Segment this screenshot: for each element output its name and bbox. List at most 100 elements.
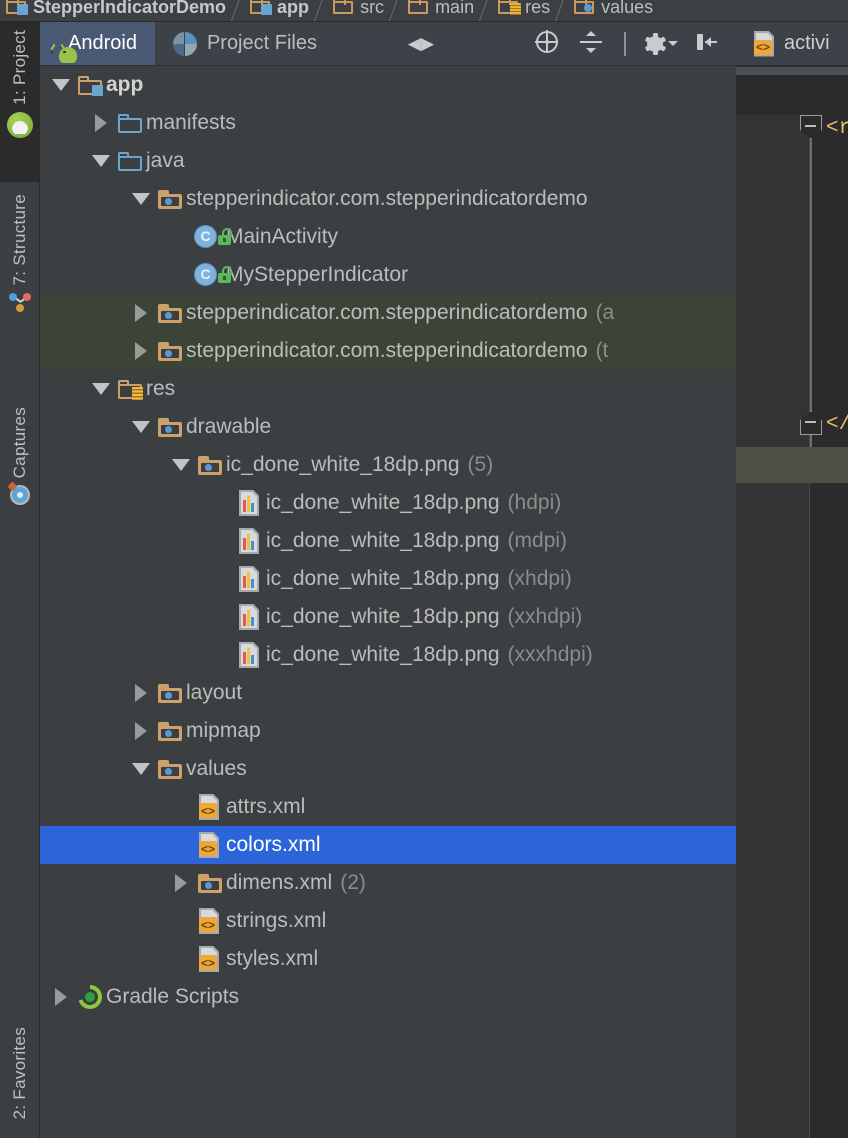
tree-row-colors-xml[interactable]: <>colors.xml — [40, 826, 736, 864]
package-folder-icon — [158, 418, 182, 437]
breadcrumb-item-label: StepperIndicatorDemo — [33, 0, 226, 18]
tree-twisty-expanded[interactable] — [168, 446, 194, 484]
tree-row-drawable[interactable]: drawable — [40, 408, 736, 446]
xml-file-icon: <> — [754, 31, 776, 57]
tree-row-icon — [194, 446, 226, 484]
tree-twisty-collapsed[interactable] — [128, 294, 154, 332]
tree-row-manifests[interactable]: manifests — [40, 104, 736, 142]
gear-icon[interactable] — [644, 31, 678, 57]
folder-icon — [118, 152, 142, 171]
tree-row-label: app — [106, 73, 143, 97]
project-panel-toolbar: ◀▶ — [408, 22, 736, 65]
values-folder-icon — [574, 0, 596, 15]
breadcrumb-item-label: src — [360, 0, 384, 18]
editor-tab-label[interactable]: activi — [784, 32, 830, 55]
tree-row-suffix: (xxhdpi) — [508, 605, 583, 629]
breadcrumb-item-res[interactable]: res — [492, 0, 554, 21]
editor-gutter[interactable] — [736, 75, 810, 1138]
tree-twisty-expanded[interactable] — [128, 180, 154, 218]
tree-row-values[interactable]: values — [40, 750, 736, 788]
tree-row-suffix: (hdpi) — [508, 491, 562, 515]
breadcrumb-separator — [478, 0, 492, 21]
pie-chart-icon — [173, 32, 197, 56]
tree-row-label: mipmap — [186, 719, 261, 743]
hide-panel-icon[interactable] — [696, 31, 722, 57]
sidebar-item-favorites[interactable]: 2: Favorites — [0, 1017, 40, 1138]
tree-row-attrs-xml[interactable]: <>attrs.xml — [40, 788, 736, 826]
tree-row-icon: C — [194, 218, 226, 256]
tree-row-stepperindicator-com-stepperindicatordemo[interactable]: stepperindicator.com.stepperindicatordem… — [40, 180, 736, 218]
tree-twisty-none — [208, 522, 234, 560]
breadcrumb: StepperIndicatorDemo app srcmain res values — [0, 0, 848, 22]
tree-row-res[interactable]: res — [40, 370, 736, 408]
left-right-arrows-icon[interactable]: ◀▶ — [408, 31, 434, 57]
tree-row-app[interactable]: app — [40, 66, 736, 104]
breadcrumb-item-values[interactable]: values — [568, 0, 657, 21]
gradle-icon — [78, 985, 102, 1009]
sidebar-item-project[interactable]: 1: Project — [0, 22, 40, 182]
tree-twisty-none — [168, 256, 194, 294]
tree-row-stepperindicator-com-stepperindicatordemo[interactable]: stepperindicator.com.stepperindicatordem… — [40, 332, 736, 370]
tree-row-icon — [74, 66, 106, 104]
breadcrumb-item-main[interactable]: main — [402, 0, 478, 21]
tree-row-ic-done-white-18dp-png[interactable]: ic_done_white_18dp.png(xxhdpi) — [40, 598, 736, 636]
tree-row-icon — [154, 408, 186, 446]
tree-row-label: drawable — [186, 415, 271, 439]
tree-row-icon — [234, 636, 266, 674]
captures-icon — [0, 478, 40, 512]
tree-row-ic-done-white-18dp-png[interactable]: ic_done_white_18dp.png(xxxhdpi) — [40, 636, 736, 674]
tree-twisty-expanded[interactable] — [128, 750, 154, 788]
tree-row-icon — [234, 484, 266, 522]
tree-row-label: strings.xml — [226, 909, 326, 933]
xml-file-icon: <> — [199, 946, 221, 972]
sidebar-item-captures[interactable]: Captures — [0, 397, 40, 567]
tree-row-strings-xml[interactable]: <>strings.xml — [40, 902, 736, 940]
tree-row-label: layout — [186, 681, 242, 705]
fold-marker-start[interactable] — [800, 115, 822, 139]
tree-twisty-expanded[interactable] — [88, 370, 114, 408]
tree-row-java[interactable]: java — [40, 142, 736, 180]
breadcrumb-item-src[interactable]: src — [327, 0, 388, 21]
tree-twisty-collapsed[interactable] — [88, 104, 114, 142]
tree-twisty-collapsed[interactable] — [128, 712, 154, 750]
project-tree[interactable]: appmanifestsjavastepperindicator.com.ste… — [40, 66, 736, 1138]
tab-project-files-label: Project Files — [207, 32, 317, 55]
tree-row-ic-done-white-18dp-png[interactable]: ic_done_white_18dp.png(mdpi) — [40, 522, 736, 560]
target-icon[interactable] — [536, 31, 562, 57]
fold-marker-end[interactable] — [800, 411, 822, 435]
tree-twisty-expanded[interactable] — [128, 408, 154, 446]
breadcrumb-item-stepperindicatordemo[interactable]: StepperIndicatorDemo — [0, 0, 230, 21]
editor-body[interactable]: <r </ — [736, 75, 848, 1138]
code-close-tag: </ — [826, 413, 848, 436]
tree-row-suffix: (2) — [340, 871, 366, 895]
tree-row-label: stepperindicator.com.stepperindicatordem… — [186, 339, 588, 363]
tree-twisty-collapsed[interactable] — [48, 978, 74, 1016]
tree-twisty-none — [208, 484, 234, 522]
tree-twisty-expanded[interactable] — [88, 142, 114, 180]
tab-project-files[interactable]: Project Files — [155, 22, 335, 65]
tree-row-ic-done-white-18dp-png[interactable]: ic_done_white_18dp.png(xhdpi) — [40, 560, 736, 598]
tree-twisty-collapsed[interactable] — [128, 332, 154, 370]
tree-twisty-none — [208, 598, 234, 636]
breadcrumb-item-app[interactable]: app — [244, 0, 313, 21]
breadcrumb-item-label: res — [525, 0, 550, 18]
tree-row-dimens-xml[interactable]: dimens.xml(2) — [40, 864, 736, 902]
tree-row-label: stepperindicator.com.stepperindicatordem… — [186, 301, 588, 325]
tree-row-mipmap[interactable]: mipmap — [40, 712, 736, 750]
tree-row-gradle-scripts[interactable]: Gradle Scripts — [40, 978, 736, 1016]
collapse-all-icon[interactable] — [580, 31, 606, 57]
sidebar-item-structure[interactable]: 7: Structure — [0, 182, 40, 382]
tree-row-mystepperindicator[interactable]: CMyStepperIndicator — [40, 256, 736, 294]
tree-row-styles-xml[interactable]: <>styles.xml — [40, 940, 736, 978]
tab-android[interactable]: Android — [40, 22, 155, 65]
tree-row-layout[interactable]: layout — [40, 674, 736, 712]
tree-row-stepperindicator-com-stepperindicatordemo[interactable]: stepperindicator.com.stepperindicatordem… — [40, 294, 736, 332]
tree-row-mainactivity[interactable]: CMainActivity — [40, 218, 736, 256]
tree-row-ic-done-white-18dp-png[interactable]: ic_done_white_18dp.png(5) — [40, 446, 736, 484]
folder-icon — [118, 114, 142, 133]
tree-twisty-collapsed[interactable] — [128, 674, 154, 712]
tree-row-suffix: (5) — [468, 453, 494, 477]
tree-twisty-expanded[interactable] — [48, 66, 74, 104]
tree-row-ic-done-white-18dp-png[interactable]: ic_done_white_18dp.png(hdpi) — [40, 484, 736, 522]
tree-twisty-collapsed[interactable] — [168, 864, 194, 902]
